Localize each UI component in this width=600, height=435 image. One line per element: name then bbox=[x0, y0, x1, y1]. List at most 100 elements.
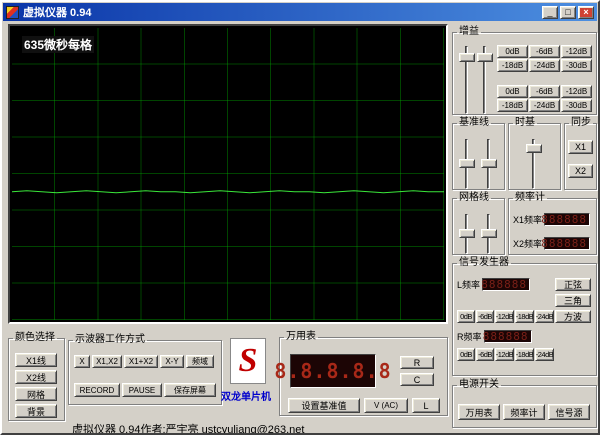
app-window: 虚拟仪器 0.94 _ □ × 635微秒每格 增益 0dB -6dB bbox=[0, 0, 600, 435]
color-x1-line-button[interactable]: X1线 bbox=[15, 353, 57, 367]
timebase-group: 时基 bbox=[508, 118, 561, 190]
sine-wave-button[interactable]: 正弦 bbox=[555, 278, 591, 291]
baseline-group: 基准线 bbox=[452, 118, 505, 190]
gain-slider-ch1[interactable] bbox=[459, 45, 475, 115]
sync-x2-button[interactable]: X2 bbox=[568, 164, 593, 178]
shuanglong-logo: S bbox=[230, 338, 266, 384]
triangle-wave-button[interactable]: 三角 bbox=[555, 294, 591, 307]
x2-frequency-label: X2频率 bbox=[513, 237, 542, 250]
gain-ch2-db-button[interactable]: -18dB bbox=[497, 99, 528, 112]
logo-letter: S bbox=[239, 344, 258, 378]
baseline-slider-ch2[interactable] bbox=[481, 138, 497, 190]
oscilloscope-screen: 635微秒每格 bbox=[12, 28, 444, 320]
multimeter-group: 万用表 8.8.8.8.8 R C 设置基准值 V (AC) L bbox=[279, 332, 448, 416]
r-db-button[interactable]: -6dB bbox=[476, 348, 494, 361]
minimize-button[interactable]: _ bbox=[542, 6, 558, 19]
gain-group-title: 增益 bbox=[457, 27, 481, 37]
power-switch-group: 电源开关 万用表 频率计 信号源 bbox=[452, 380, 597, 428]
color-select-group-title: 颜色选择 bbox=[13, 333, 57, 343]
gain-ch2-db-button[interactable]: 0dB bbox=[497, 85, 528, 98]
r-db-button[interactable]: -12dB bbox=[495, 348, 514, 361]
vac-button[interactable]: V (AC) bbox=[364, 398, 408, 413]
l-db-button[interactable]: -18dB bbox=[515, 310, 534, 323]
close-button[interactable]: × bbox=[578, 6, 594, 19]
color-x2-line-button[interactable]: X2线 bbox=[15, 370, 57, 384]
waveform-trace bbox=[12, 28, 444, 320]
record-button[interactable]: RECORD bbox=[74, 383, 120, 397]
gridlines-slider-h[interactable] bbox=[459, 213, 475, 255]
oscilloscope-display: 635微秒每格 bbox=[8, 24, 448, 324]
status-text: 虚拟仪器 0.94作者:严宇亮 ustcyuliang@263.net bbox=[72, 421, 304, 435]
gain-ch1-db-button[interactable]: -18dB bbox=[497, 59, 528, 72]
gain-ch1-db-button[interactable]: -24dB bbox=[529, 59, 560, 72]
l-db-button[interactable]: 0dB bbox=[457, 310, 475, 323]
l-frequency-display: 888888 bbox=[482, 278, 530, 291]
gain-ch1-db-button[interactable]: -30dB bbox=[561, 59, 592, 72]
gain-ch2-db-button[interactable]: -30dB bbox=[561, 99, 592, 112]
gain-slider-ch2[interactable] bbox=[477, 45, 493, 115]
inductance-button[interactable]: L bbox=[412, 398, 440, 413]
gain-ch1-db-button[interactable]: -12dB bbox=[561, 45, 592, 58]
power-freqcounter-button[interactable]: 频率计 bbox=[503, 404, 545, 420]
window-title: 虚拟仪器 0.94 bbox=[23, 4, 538, 20]
r-db-button[interactable]: -24dB bbox=[535, 348, 554, 361]
resistance-button[interactable]: R bbox=[400, 356, 434, 369]
baseline-slider-ch1[interactable] bbox=[459, 138, 475, 190]
square-wave-button[interactable]: 方波 bbox=[555, 310, 591, 323]
mode-freqdomain-button[interactable]: 频域 bbox=[186, 355, 214, 368]
l-frequency-label: L频率 bbox=[457, 278, 480, 291]
mode-xy-button[interactable]: X-Y bbox=[160, 355, 184, 368]
mode-x1plusx2-button[interactable]: X1+X2 bbox=[124, 355, 158, 368]
power-multimeter-button[interactable]: 万用表 bbox=[458, 404, 500, 420]
gain-ch1-db-button[interactable]: 0dB bbox=[497, 45, 528, 58]
sync-x1-button[interactable]: X1 bbox=[568, 140, 593, 154]
r-frequency-label: R频率 bbox=[457, 330, 482, 343]
capacitance-button[interactable]: C bbox=[400, 373, 434, 386]
shuanglong-mcu-link[interactable]: 双龙单片机 bbox=[221, 388, 271, 403]
r-db-button[interactable]: 0dB bbox=[457, 348, 475, 361]
r-db-button[interactable]: -18dB bbox=[515, 348, 534, 361]
r-frequency-display: 888888 bbox=[484, 330, 532, 343]
multimeter-group-title: 万用表 bbox=[284, 332, 318, 342]
frequency-counter-group-title: 频率计 bbox=[513, 193, 547, 203]
l-db-button[interactable]: -12dB bbox=[495, 310, 514, 323]
timebase-group-title: 时基 bbox=[513, 118, 537, 128]
mode-x1x2-button[interactable]: X1,X2 bbox=[92, 355, 122, 368]
frequency-counter-group: 频率计 X1频率 888888 X2频率 888888 bbox=[508, 193, 597, 255]
titlebar: 虚拟仪器 0.94 _ □ × bbox=[3, 3, 597, 21]
sync-group: 同步 X1 X2 bbox=[564, 118, 597, 190]
gain-ch2-db-button[interactable]: -24dB bbox=[529, 99, 560, 112]
gridlines-group-title: 网格线 bbox=[457, 193, 491, 203]
app-icon bbox=[6, 6, 19, 19]
signal-generator-group-title: 信号发生器 bbox=[457, 258, 511, 268]
l-db-button[interactable]: -24dB bbox=[535, 310, 554, 323]
maximize-button[interactable]: □ bbox=[560, 6, 576, 19]
signal-generator-group: 信号发生器 L频率 888888 正弦 三角 方波 0dB -6dB -12dB… bbox=[452, 258, 597, 376]
color-select-group: 颜色选择 X1线 X2线 网格 背景 bbox=[8, 333, 65, 421]
gain-ch2-db-button[interactable]: -12dB bbox=[561, 85, 592, 98]
timebase-label: 635微秒每格 bbox=[22, 36, 94, 53]
x1-frequency-display: 888888 bbox=[544, 213, 590, 226]
sync-group-title: 同步 bbox=[569, 118, 593, 128]
gain-group: 增益 0dB -6dB -12dB -18dB -24dB -30dB 0dB … bbox=[452, 27, 597, 115]
timebase-slider[interactable] bbox=[526, 138, 542, 190]
color-grid-button[interactable]: 网格 bbox=[15, 387, 57, 401]
power-switch-group-title: 电源开关 bbox=[457, 380, 501, 390]
color-background-button[interactable]: 背景 bbox=[15, 404, 57, 418]
gridlines-group: 网格线 bbox=[452, 193, 505, 255]
baseline-group-title: 基准线 bbox=[457, 118, 491, 128]
l-db-button[interactable]: -6dB bbox=[476, 310, 494, 323]
gridlines-slider-v[interactable] bbox=[481, 213, 497, 255]
set-reference-button[interactable]: 设置基准值 bbox=[288, 398, 360, 413]
scope-mode-group: 示波器工作方式 X X1,X2 X1+X2 X-Y 频域 RECORD PAUS… bbox=[68, 335, 222, 405]
mode-x-button[interactable]: X bbox=[74, 355, 90, 368]
scope-mode-group-title: 示波器工作方式 bbox=[73, 335, 147, 345]
gain-ch1-db-button[interactable]: -6dB bbox=[529, 45, 560, 58]
pause-button[interactable]: PAUSE bbox=[122, 383, 162, 397]
x2-frequency-display: 888888 bbox=[544, 237, 590, 250]
power-signalsource-button[interactable]: 信号源 bbox=[548, 404, 590, 420]
multimeter-display: 8.8.8.8.8 bbox=[290, 354, 376, 388]
save-screen-button[interactable]: 保存屏幕 bbox=[164, 383, 216, 397]
gain-ch2-db-button[interactable]: -6dB bbox=[529, 85, 560, 98]
x1-frequency-label: X1频率 bbox=[513, 213, 542, 226]
